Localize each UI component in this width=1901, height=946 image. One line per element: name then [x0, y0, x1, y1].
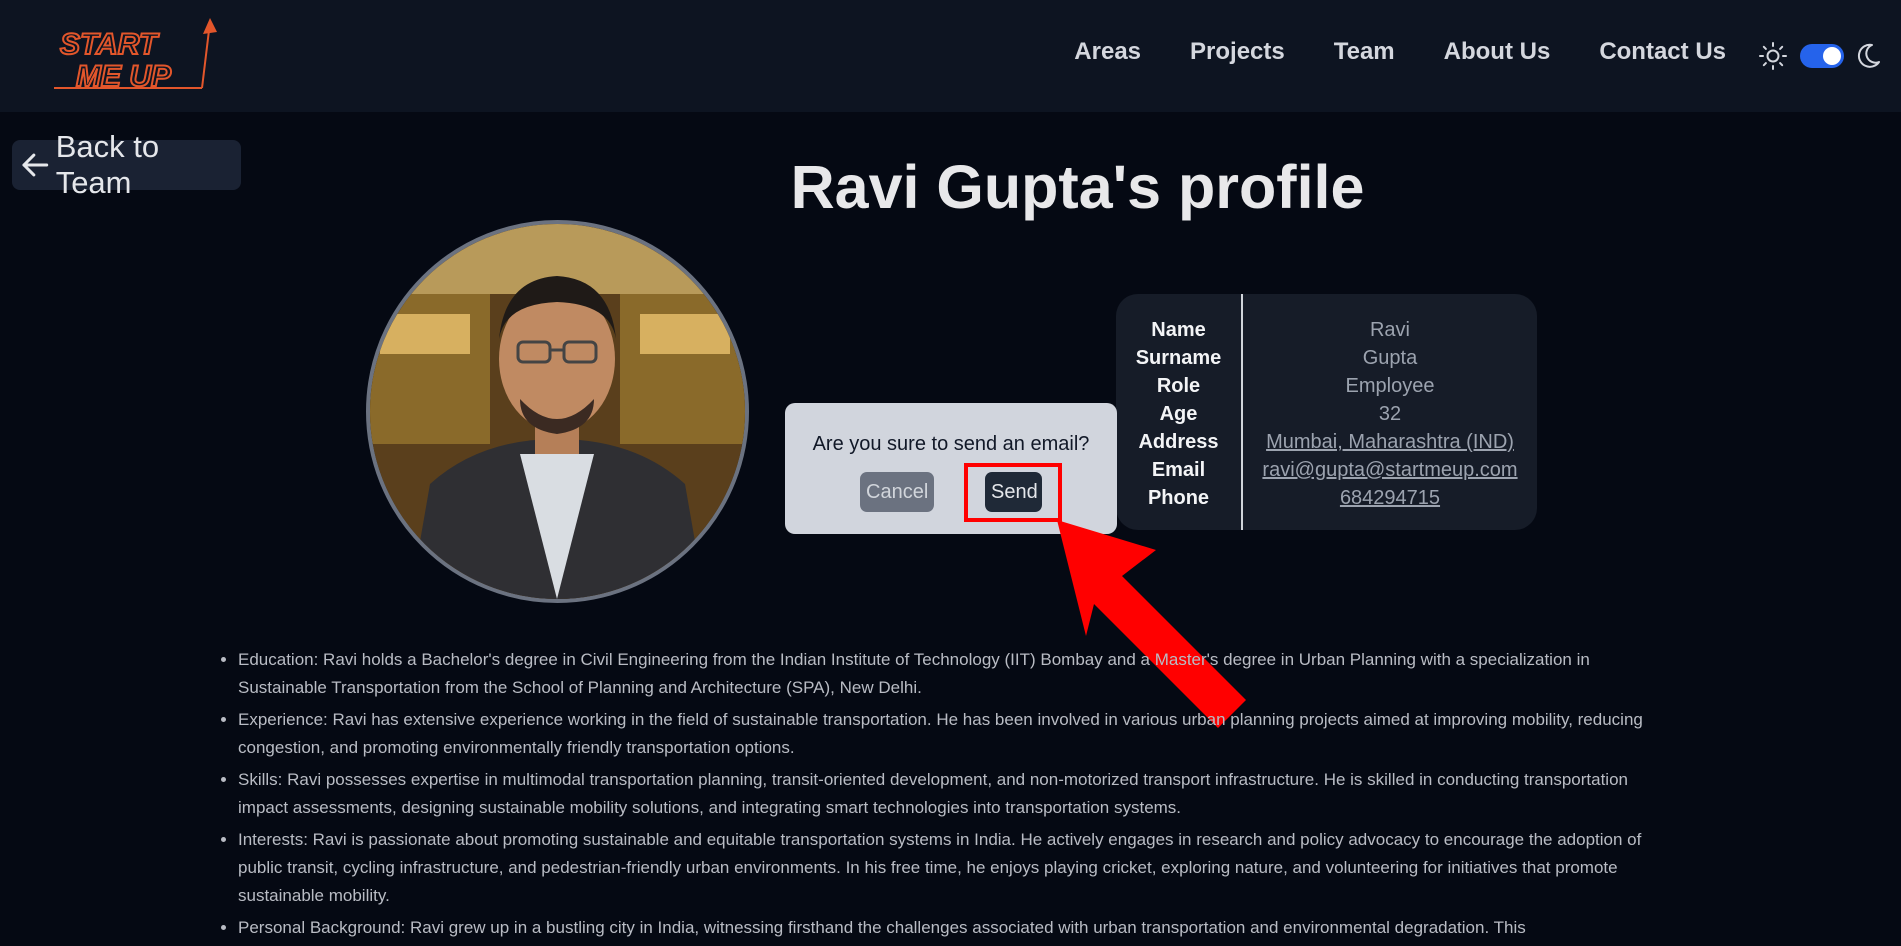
dialog-message: Are you sure to send an email?: [812, 433, 1090, 455]
nav-about-us[interactable]: About Us: [1444, 38, 1551, 66]
toggle-knob: [1823, 47, 1841, 65]
value-surname: Gupta: [1362, 347, 1418, 369]
moon-icon: [1857, 43, 1880, 68]
label-address: Address: [1138, 431, 1219, 453]
profile-photo-illustration: [370, 224, 745, 599]
nav-team[interactable]: Team: [1334, 38, 1395, 66]
nav-areas[interactable]: Areas: [1074, 38, 1141, 66]
label-surname: Surname: [1135, 347, 1222, 369]
bio-education: Education: Ravi holds a Bachelor's degre…: [238, 646, 1678, 702]
page-title-text: Ravi Gupta's profile: [790, 153, 1365, 221]
profile-photo: [366, 220, 749, 603]
value-age: 32: [1378, 403, 1402, 425]
label-email: Email: [1151, 459, 1206, 481]
site-header: START ME UP Areas Projects Team About Us…: [0, 0, 1901, 112]
bio-interests: Interests: Ravi is passionate about prom…: [238, 826, 1678, 910]
theme-toggle[interactable]: [1800, 44, 1844, 68]
label-phone: Phone: [1147, 487, 1210, 509]
bio-personal-background: Personal Background: Ravi grew up in a b…: [238, 914, 1678, 942]
value-name: Ravi: [1369, 319, 1410, 341]
info-values: Ravi Gupta Employee 32 Mumbai, Maharasht…: [1243, 316, 1537, 512]
send-button[interactable]: Send: [985, 472, 1042, 512]
page-title: Ravi Gupta's profile: [0, 152, 1901, 222]
nav-projects[interactable]: Projects: [1190, 38, 1285, 66]
bio-experience: Experience: Ravi has extensive experienc…: [238, 706, 1678, 762]
email-link[interactable]: ravi@gupta@startmeup.com: [1262, 459, 1517, 481]
main-nav: Areas Projects Team About Us Contact Us: [1074, 38, 1726, 66]
value-role: Employee: [1345, 375, 1435, 397]
nav-contact-us[interactable]: Contact Us: [1599, 38, 1726, 66]
svg-text:START: START: [60, 28, 160, 61]
info-labels: Name Surname Role Age Address Email Phon…: [1116, 316, 1241, 512]
label-role: Role: [1156, 375, 1201, 397]
sun-icon: [1759, 42, 1787, 70]
start-me-up-logo[interactable]: START ME UP: [52, 16, 232, 94]
send-email-dialog: Are you sure to send an email? Cancel Se…: [785, 403, 1117, 534]
cancel-button[interactable]: Cancel: [860, 472, 934, 512]
bio-skills: Skills: Ravi possesses expertise in mult…: [238, 766, 1678, 822]
address-link[interactable]: Mumbai, Maharashtra (IND): [1266, 431, 1514, 453]
phone-link[interactable]: 684294715: [1340, 487, 1440, 509]
profile-info-card: Name Surname Role Age Address Email Phon…: [1116, 294, 1537, 530]
label-age: Age: [1159, 403, 1198, 425]
bio-list: Education: Ravi holds a Bachelor's degre…: [215, 646, 1678, 946]
label-name: Name: [1151, 319, 1206, 341]
